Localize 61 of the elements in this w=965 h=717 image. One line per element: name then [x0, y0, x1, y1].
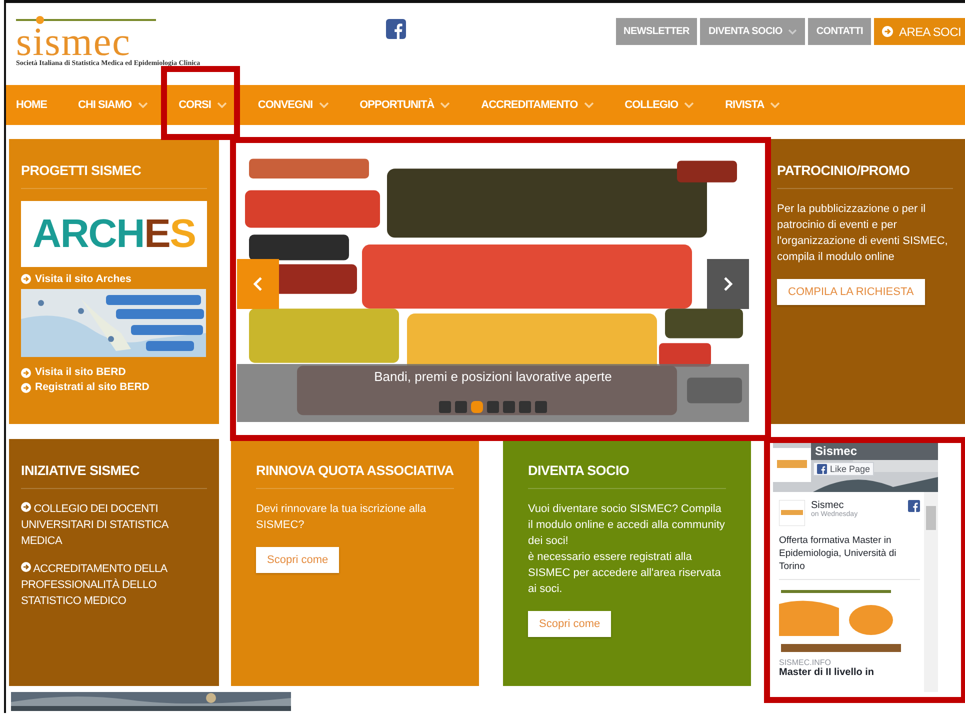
- discover-button[interactable]: Scopri come: [528, 611, 612, 637]
- previous-slide-button[interactable]: [237, 259, 279, 309]
- card-text: Devi rinnovare la tua iscrizione alla SISMEC?: [256, 502, 427, 533]
- nav-item[interactable]: HOME: [16, 99, 47, 111]
- arches-link[interactable]: Visita il sito Arches: [21, 273, 207, 285]
- berd-link[interactable]: Visita il sito BERD: [21, 365, 207, 380]
- nav-item[interactable]: RIVISTA: [725, 99, 780, 111]
- card-text: Per la pubblicizzazione o per il patrocinio di eventi e per l'organizzazione di eventi SISMEC, compila il modulo online: [777, 202, 949, 265]
- link-domain: SISMEC.INFO: [779, 658, 832, 667]
- arrow-circle-icon: [21, 382, 31, 392]
- chevron-down-icon: [216, 102, 227, 108]
- initiative-link[interactable]: ACCREDITAMENTO DELLA PROFESSIONALITÀ DELLO STATISTICO MEDICO: [21, 561, 207, 609]
- post-author[interactable]: Sismec: [811, 500, 902, 511]
- card-title: RINNOVA QUOTA ASSOCIATIVA: [256, 463, 454, 489]
- request-button[interactable]: COMPILA LA RICHIESTA: [777, 279, 925, 305]
- chevron-down-icon: [684, 102, 694, 108]
- nav-item[interactable]: CORSI: [178, 99, 227, 111]
- top-link[interactable]: DIVENTA SOCIO: [700, 18, 806, 45]
- arrow-circle-icon: [21, 368, 31, 378]
- chevron-down-icon: [770, 102, 780, 108]
- post-text: Offerta formativa Master in Epidemiologia, Università di Torino: [779, 534, 920, 580]
- logo-ornament-icon: [16, 15, 156, 25]
- scrollbar[interactable]: [924, 492, 938, 692]
- chevron-right-icon: [723, 276, 733, 292]
- chevron-down-icon: [318, 102, 329, 108]
- arrow-circle-icon: [882, 26, 893, 37]
- card-title: INIZIATIVE SISMEC: [21, 463, 207, 489]
- next-slide-button[interactable]: [707, 259, 749, 309]
- berd-link[interactable]: Registrati al sito BERD: [21, 380, 207, 395]
- top-link[interactable]: CONTATTI: [808, 18, 871, 45]
- initiative-link[interactable]: COLLEGIO DEI DOCENTI UNIVERSITARI DI STATISTICA MEDICA: [21, 501, 207, 549]
- link-title[interactable]: Master di II livello in: [779, 667, 920, 678]
- card-title: PROGETTI SISMEC: [21, 163, 207, 189]
- chevron-down-icon: [584, 102, 594, 108]
- nav-item[interactable]: OPPORTUNITÀ: [360, 99, 450, 111]
- arrow-circle-icon: [21, 562, 31, 572]
- discover-button[interactable]: Scopri come: [256, 547, 340, 573]
- like-page-button[interactable]: Like Page: [813, 462, 874, 476]
- card-title: PATROCINIO/PROMO: [777, 163, 953, 189]
- chevron-down-icon: [440, 102, 450, 108]
- nav-item[interactable]: CHI SIAMO: [78, 99, 148, 111]
- slide-caption: Bandi, premi e posizioni lavorative aperte: [374, 369, 612, 384]
- chevron-left-icon: [253, 276, 263, 292]
- chevron-down-icon: [788, 28, 798, 34]
- card-text: è necessario essere registrati alla SISMEC per accedere all'area riservata ai soci.: [528, 550, 722, 597]
- logo-wordmark[interactable]: sismec: [16, 25, 266, 59]
- facebook-icon[interactable]: [386, 19, 406, 39]
- top-link[interactable]: AREA SOCI: [874, 18, 965, 45]
- page-avatar: [779, 500, 805, 526]
- card-title: DIVENTA SOCIO: [528, 463, 726, 489]
- nav-item[interactable]: CONVEGNI: [258, 99, 329, 111]
- facebook-icon: [908, 500, 920, 512]
- arches-logo[interactable]: ARCHES: [21, 201, 207, 267]
- chevron-down-icon: [138, 102, 148, 108]
- arrow-circle-icon: [21, 502, 31, 512]
- top-link[interactable]: NEWSLETTER: [616, 18, 698, 45]
- arrow-circle-icon: [21, 274, 31, 284]
- nav-item[interactable]: COLLEGIO: [624, 99, 694, 111]
- card-text: Vuoi diventare socio SISMEC? Compila il modulo online e accedi alla community dei soci!: [528, 502, 726, 549]
- nav-item[interactable]: ACCREDITAMENTO: [481, 99, 594, 111]
- facebook-icon: [817, 464, 827, 474]
